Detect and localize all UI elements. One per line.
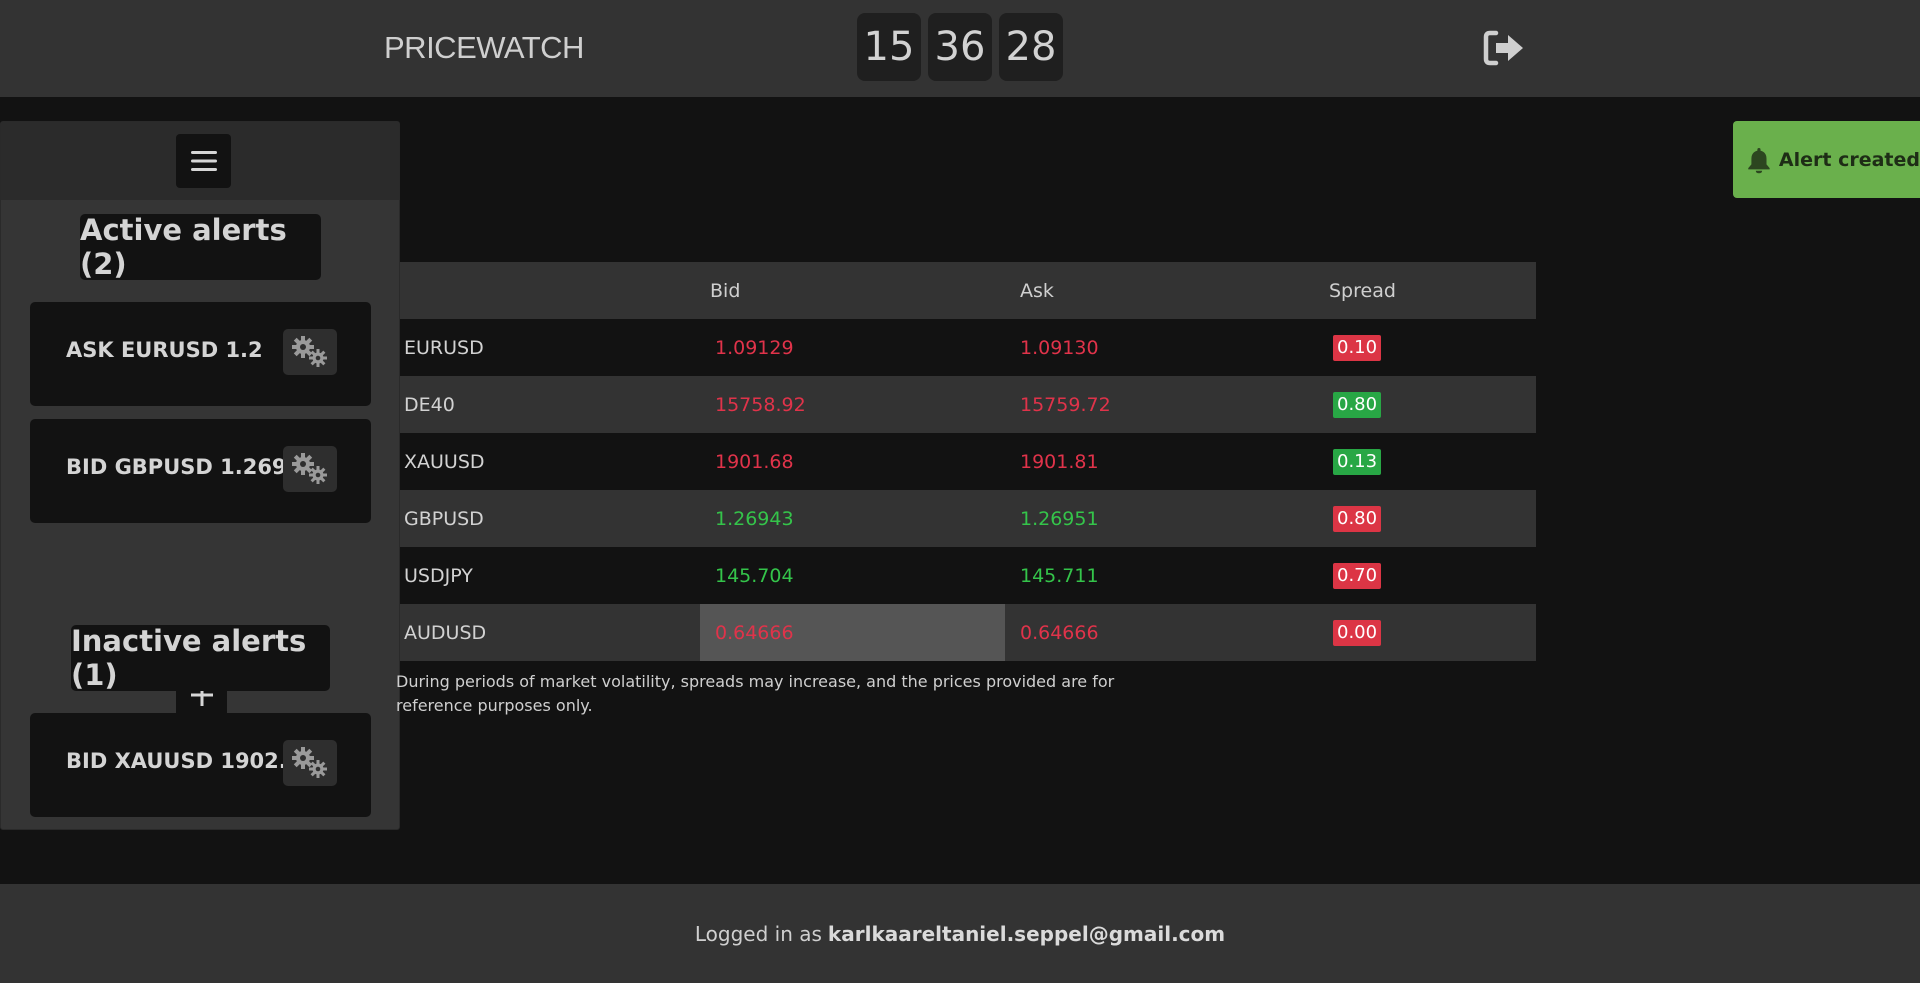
ask-cell[interactable]: 145.711 — [1005, 547, 1310, 604]
logout-button[interactable] — [1482, 28, 1526, 68]
spread-cell: 0.80 — [1310, 490, 1536, 547]
symbol-cell: USDJPY — [400, 547, 700, 604]
alert-card[interactable]: ASK EURUSD 1.2 — [30, 302, 371, 406]
bid-cell[interactable]: 145.704 — [700, 547, 1005, 604]
bid-cell[interactable]: 1.26943 — [700, 490, 1005, 547]
clock-hours: 15 — [857, 13, 921, 81]
symbol-cell: AUDUSD — [400, 604, 700, 661]
gears-icon — [292, 747, 327, 778]
table-row: GBPUSD 1.26943 1.26951 0.80 — [400, 490, 1536, 547]
header-ask[interactable]: Ask — [1005, 262, 1310, 319]
alert-card[interactable]: BID GBPUSD 1.26939 — [30, 419, 371, 523]
alert-card[interactable]: BID XAUUSD 1902.22 — [30, 713, 371, 817]
inactive-alerts-title: Inactive alerts (1) — [71, 624, 330, 692]
ask-cell[interactable]: 1901.81 — [1005, 433, 1310, 490]
sign-out-icon — [1483, 30, 1523, 66]
clock-seconds: 28 — [999, 13, 1063, 81]
ask-cell[interactable]: 15759.72 — [1005, 376, 1310, 433]
spread-badge: 0.70 — [1333, 562, 1382, 589]
clock-minutes: 36 — [928, 13, 992, 81]
clock: 15 36 28 — [857, 13, 1063, 81]
alert-settings-button[interactable] — [283, 740, 337, 786]
spread-cell: 0.10 — [1310, 319, 1536, 376]
sidebar-header — [1, 122, 399, 200]
spread-cell: 0.70 — [1310, 547, 1536, 604]
table-row: USDJPY 145.704 145.711 0.70 — [400, 547, 1536, 604]
symbol-cell: EURUSD — [400, 319, 700, 376]
user-email: karlkaareltaniel.seppel@gmail.com — [827, 921, 1226, 946]
alert-settings-button[interactable] — [283, 329, 337, 375]
table-row: EURUSD 1.09129 1.09130 0.10 — [400, 319, 1536, 376]
spread-cell: 0.80 — [1310, 376, 1536, 433]
footer-prefix: Logged in as — [694, 921, 822, 946]
alert-label: BID GBPUSD 1.26939 — [66, 455, 316, 479]
symbol-cell: DE40 — [400, 376, 700, 433]
spread-cell: 0.13 — [1310, 433, 1536, 490]
table-row: DE40 15758.92 15759.72 0.80 — [400, 376, 1536, 433]
alert-settings-button[interactable] — [283, 446, 337, 492]
bid-cell[interactable]: 1.09129 — [700, 319, 1005, 376]
table-header-row: Bid Ask Spread — [400, 262, 1536, 319]
symbol-cell: XAUUSD — [400, 433, 700, 490]
table-row: AUDUSD 0.64666 0.64666 0.00 — [400, 604, 1536, 661]
gears-icon — [292, 453, 327, 484]
header-bid[interactable]: Bid — [700, 262, 1005, 319]
hamburger-menu-icon — [190, 151, 217, 171]
bid-cell[interactable]: 0.64666 — [700, 604, 1005, 661]
spread-badge: 0.13 — [1333, 448, 1382, 475]
alert-label: BID XAUUSD 1902.22 — [66, 749, 316, 773]
symbol-cell: GBPUSD — [400, 490, 700, 547]
active-alerts-title: Active alerts (2) — [80, 213, 321, 281]
alert-created-toast[interactable]: Alert created — [1733, 121, 1920, 198]
spread-badge: 0.80 — [1333, 505, 1382, 532]
top-bar: PRICEWATCH 15 36 28 — [0, 0, 1920, 97]
menu-toggle-button[interactable] — [176, 134, 231, 188]
ask-cell[interactable]: 1.26951 — [1005, 490, 1310, 547]
bid-cell[interactable]: 15758.92 — [700, 376, 1005, 433]
bell-icon — [1748, 147, 1770, 173]
gears-icon — [292, 336, 327, 367]
spread-cell: 0.00 — [1310, 604, 1536, 661]
alerts-sidebar: Active alerts (2) ASK EURUSD 1.2 BID GBP… — [0, 121, 400, 830]
footer: Logged in as karlkaareltaniel.seppel@gma… — [0, 884, 1920, 983]
price-table: Bid Ask Spread EURUSD 1.09129 1.09130 0.… — [400, 262, 1536, 661]
header-spread[interactable]: Spread — [1310, 262, 1536, 319]
brand-title: PRICEWATCH — [384, 30, 584, 65]
ask-cell[interactable]: 0.64666 — [1005, 604, 1310, 661]
header-symbol — [400, 262, 700, 319]
disclaimer-text: During periods of market volatility, spr… — [396, 672, 1115, 715]
toast-message: Alert created — [1778, 148, 1920, 171]
ask-cell[interactable]: 1.09130 — [1005, 319, 1310, 376]
spread-badge: 0.10 — [1333, 334, 1382, 361]
table-row: XAUUSD 1901.68 1901.81 0.13 — [400, 433, 1536, 490]
alert-label: ASK EURUSD 1.2 — [66, 338, 263, 362]
spread-badge: 0.80 — [1333, 391, 1382, 418]
bid-cell[interactable]: 1901.68 — [700, 433, 1005, 490]
spread-badge: 0.00 — [1333, 619, 1382, 646]
